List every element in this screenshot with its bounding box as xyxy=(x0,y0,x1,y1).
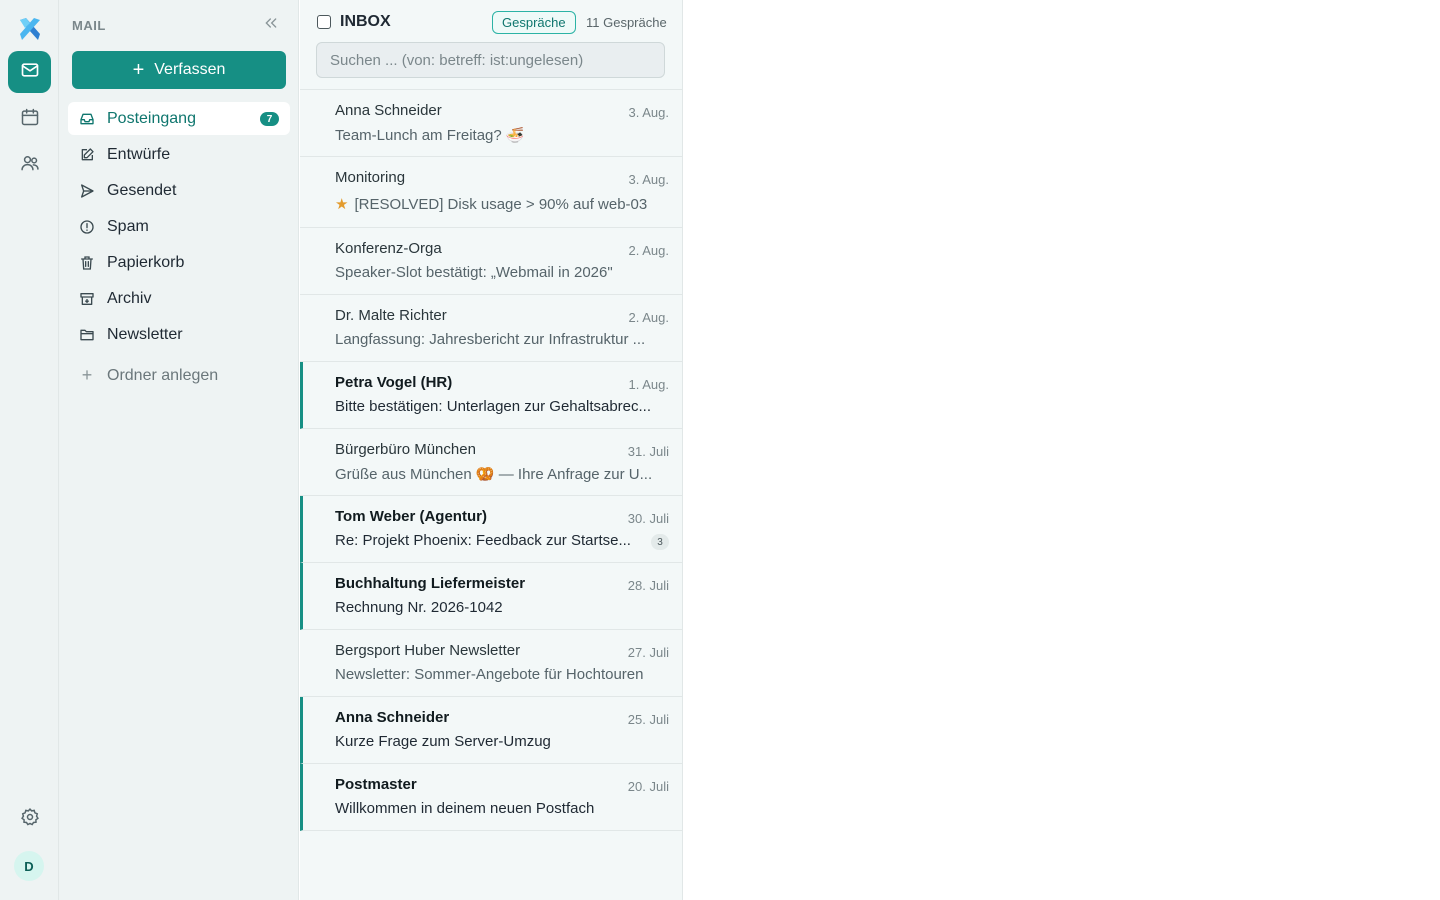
message-subject: Speaker-Slot bestätigt: „Webmail in 2026… xyxy=(335,264,613,281)
folder-label: Newsletter xyxy=(107,325,183,343)
gear-icon xyxy=(20,807,40,832)
x-logo-icon[interactable] xyxy=(16,14,44,42)
send-icon xyxy=(79,183,95,199)
message-row[interactable]: Anna Schneider 3. Aug. Team-Lunch am Fre… xyxy=(300,90,683,157)
folder-label: Archiv xyxy=(107,289,152,307)
message-row[interactable]: Bürgerbüro München 31. Juli Grüße aus Mü… xyxy=(300,429,683,496)
message-row[interactable]: Postmaster 20. Juli Willkommen in deinem… xyxy=(300,764,683,831)
message-date: 20. Juli xyxy=(627,779,669,794)
message-sender: Bergsport Huber Newsletter xyxy=(335,642,521,659)
inbox-icon xyxy=(79,111,95,127)
message-subject: Kurze Frage zum Server-Umzug xyxy=(335,733,551,750)
folder-item-newsletter[interactable]: Newsletter xyxy=(68,318,290,351)
message-row[interactable]: Dr. Malte Richter 2. Aug. Langfassung: J… xyxy=(300,295,683,362)
folder-item-entwuerfe[interactable]: Entwürfe xyxy=(68,138,290,171)
contacts-icon xyxy=(20,153,40,178)
new-folder-label: Ordner anlegen xyxy=(107,366,219,384)
message-subject: Bitte bestätigen: Unterlagen zur Gehalts… xyxy=(335,398,652,415)
message-date: 2. Aug. xyxy=(628,243,669,258)
folder-label: Entwürfe xyxy=(107,145,171,163)
message-row[interactable]: Tom Weber (Agentur) 30. Juli Re: Projekt… xyxy=(300,496,683,563)
rail-contacts-button[interactable] xyxy=(8,144,51,186)
folder-item-spam[interactable]: Spam xyxy=(68,210,290,243)
message-subject-line: ★ [RESOLVED] Disk usage > 90% auf web-03 xyxy=(335,195,670,213)
message-sender: Buchhaltung Liefermeister xyxy=(335,575,526,592)
message-sender: Postmaster xyxy=(335,776,417,793)
mail-icon xyxy=(20,60,40,85)
message-subject: [RESOLVED] Disk usage > 90% auf web-03 xyxy=(354,196,648,213)
select-all-checkbox[interactable] xyxy=(317,15,331,29)
message-date: 1. Aug. xyxy=(628,377,669,392)
rail-calendar-button[interactable] xyxy=(8,98,51,140)
folder-item-papierkorb[interactable]: Papierkorb xyxy=(68,246,290,279)
new-folder-button[interactable]: + Ordner anlegen xyxy=(68,359,290,392)
reading-pane xyxy=(684,0,1440,900)
pencil-icon xyxy=(79,147,95,163)
message-subject: Re: Projekt Phoenix: Feedback zur Starts… xyxy=(335,532,631,549)
folder-item-archiv[interactable]: Archiv xyxy=(68,282,290,315)
message-sender: Tom Weber (Agentur) xyxy=(335,508,487,525)
message-row[interactable]: Buchhaltung Liefermeister 28. Juli Rechn… xyxy=(300,563,683,630)
list-title: INBOX xyxy=(340,13,391,30)
archive-icon xyxy=(79,291,95,307)
conversation-count: 11 Gespräche xyxy=(586,15,667,30)
rail-settings-button[interactable] xyxy=(8,798,51,840)
folder-icon xyxy=(79,327,95,343)
folder-label: Posteingang xyxy=(107,109,196,127)
folder-label: Papierkorb xyxy=(107,253,185,271)
list-header: INBOX Gespräche 11 Gespräche xyxy=(300,0,683,90)
message-subject: Team-Lunch am Freitag? 🍜 xyxy=(335,127,525,144)
collapse-sidebar-button[interactable] xyxy=(261,15,281,35)
message-subject: Langfassung: Jahresbericht zur Infrastru… xyxy=(335,331,646,348)
message-date: 25. Juli xyxy=(627,712,669,727)
message-sender: Monitoring xyxy=(335,169,406,186)
search-input[interactable] xyxy=(316,42,665,78)
message-sender: Konferenz-Orga xyxy=(335,240,442,257)
message-row[interactable]: Anna Schneider 25. Juli Kurze Frage zum … xyxy=(300,697,683,764)
thread-count-badge: 3 xyxy=(651,534,669,550)
avatar[interactable]: D xyxy=(14,851,44,881)
message-row[interactable]: Konferenz-Orga 2. Aug. Speaker-Slot best… xyxy=(300,228,683,295)
message-date: 2. Aug. xyxy=(628,310,669,325)
folder-label: Gesendet xyxy=(107,181,177,199)
rail-mail-button[interactable] xyxy=(8,51,51,93)
message-sender: Dr. Malte Richter xyxy=(335,307,447,324)
message-sender: Anna Schneider xyxy=(335,709,450,726)
unread-count-badge: 7 xyxy=(260,112,279,126)
app-rail: D xyxy=(0,0,59,900)
folder-sidebar: MAIL + Verfassen Posteingang 7 Entwürfe … xyxy=(59,0,299,900)
message-sender: Anna Schneider xyxy=(335,102,442,119)
message-subject: Rechnung Nr. 2026-1042 xyxy=(335,599,503,616)
alert-circle-icon xyxy=(79,219,95,235)
plus-icon: + xyxy=(81,365,93,385)
section-title: MAIL xyxy=(72,18,106,33)
star-icon[interactable]: ★ xyxy=(335,196,348,213)
message-subject: Willkommen in deinem neuen Postfach xyxy=(335,800,595,817)
message-date: 27. Juli xyxy=(627,645,669,660)
compose-label: Verfassen xyxy=(154,61,226,78)
plus-icon: + xyxy=(132,59,145,81)
compose-button[interactable]: + Verfassen xyxy=(72,51,286,89)
message-row[interactable]: Petra Vogel (HR) 1. Aug. Bitte bestätige… xyxy=(300,362,683,429)
folder-label: Spam xyxy=(107,217,149,235)
message-list: INBOX Gespräche 11 Gespräche Anna Schnei… xyxy=(300,0,683,900)
chevrons-left-icon xyxy=(263,15,279,36)
message-subject: Grüße aus München 🥨 — Ihre Anfrage zur U… xyxy=(335,466,653,483)
message-row[interactable]: Monitoring 3. Aug. ★ [RESOLVED] Disk usag… xyxy=(300,157,683,228)
folder-item-posteingang[interactable]: Posteingang 7 xyxy=(68,102,290,135)
message-sender: Petra Vogel (HR) xyxy=(335,374,453,391)
message-date: 3. Aug. xyxy=(628,105,669,120)
message-sender: Bürgerbüro München xyxy=(335,441,476,458)
message-subject: Newsletter: Sommer-Angebote für Hochtour… xyxy=(335,666,644,683)
message-date: 31. Juli xyxy=(627,444,669,459)
message-date: 3. Aug. xyxy=(628,172,669,187)
folder-item-gesendet[interactable]: Gesendet xyxy=(68,174,290,207)
conversation-view-toggle[interactable]: Gespräche xyxy=(492,11,576,34)
trash-icon xyxy=(79,255,95,271)
message-date: 30. Juli xyxy=(627,511,669,526)
message-row[interactable]: Bergsport Huber Newsletter 27. Juli News… xyxy=(300,630,683,697)
message-date: 28. Juli xyxy=(627,578,669,593)
calendar-icon xyxy=(20,107,40,132)
